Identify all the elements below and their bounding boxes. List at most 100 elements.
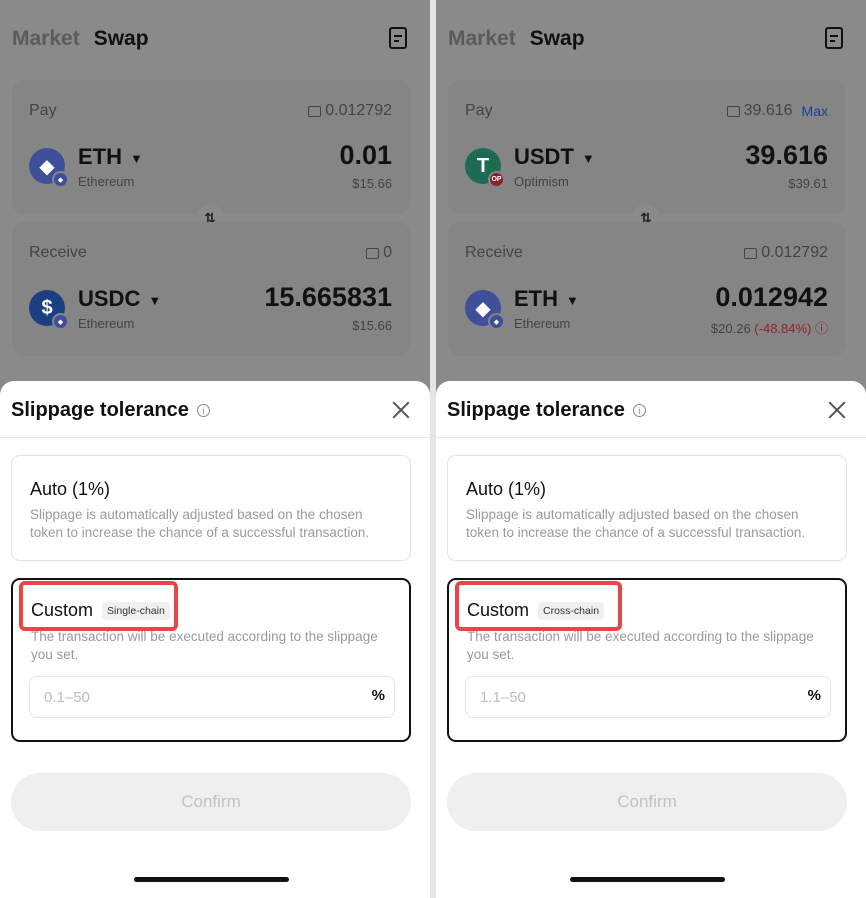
receive-token-selector[interactable]: ETH ▼: [514, 286, 579, 312]
tab-swap[interactable]: Swap: [530, 27, 585, 51]
receive-balance: 0.012792: [744, 244, 828, 262]
swap-screen-cross-chain: Market Swap Pay 39.616 Max T OP USDT ▼ Opti…: [436, 0, 866, 898]
chain-type-badge: Single-chain: [102, 601, 170, 620]
custom-option-title: Custom Single-chain: [31, 600, 170, 621]
receive-token-selector[interactable]: USDC ▼: [78, 286, 161, 312]
pay-label: Pay: [29, 102, 57, 119]
optimism-chain-icon: OP: [488, 171, 505, 188]
receive-chain-name: Ethereum: [514, 316, 571, 331]
history-icon[interactable]: [389, 27, 407, 49]
custom-option-label: Custom: [31, 600, 94, 620]
receive-balance-value: 0.012792: [761, 244, 828, 261]
pay-balance-value: 39.616: [743, 102, 793, 119]
eth-token-icon: ◆ ◆: [29, 148, 69, 188]
slippage-input[interactable]: [30, 677, 350, 717]
pay-chain-name: Optimism: [514, 174, 569, 189]
pay-card: Pay 0.012792 ◆ ◆ ETH ▼ Ethereum 0.01 $15.6…: [12, 80, 410, 214]
info-icon[interactable]: i: [632, 404, 646, 417]
auto-slippage-option[interactable]: Auto (1%) Slippage is automatically adju…: [11, 455, 411, 561]
receive-balance: 0: [366, 244, 392, 262]
slippage-input[interactable]: [466, 677, 786, 717]
receive-amount: 0.012942: [715, 282, 828, 312]
sheet-title-text: Slippage tolerance: [447, 399, 625, 421]
close-icon[interactable]: [828, 401, 846, 419]
pay-amount[interactable]: 0.01: [339, 140, 392, 171]
price-impact-warning[interactable]: (-48.84%) ⓘ: [751, 321, 828, 336]
usdc-token-icon: $ ◆: [29, 290, 69, 330]
close-icon[interactable]: [392, 401, 410, 419]
eth-token-icon: ◆ ◆: [465, 290, 505, 330]
sheet-title: Slippage tolerance i: [447, 399, 646, 422]
percent-sign: %: [371, 687, 385, 704]
custom-option-description: The transaction will be executed accordi…: [31, 629, 378, 662]
receive-usd-value: $20.26 (-48.84%) ⓘ: [711, 318, 828, 337]
pay-chain-name: Ethereum: [78, 174, 135, 189]
pay-balance-value: 0.012792: [325, 102, 392, 119]
tab-market[interactable]: Market: [12, 27, 80, 51]
pay-balance: 0.012792: [308, 102, 392, 120]
receive-token-symbol: USDC: [78, 286, 141, 311]
top-tabs: Market Swap: [448, 24, 585, 54]
custom-option-title: Custom Cross-chain: [467, 600, 605, 621]
sheet-title-text: Slippage tolerance: [11, 399, 189, 421]
wallet-icon: [726, 105, 740, 117]
wallet-icon: [744, 247, 758, 259]
tab-swap[interactable]: Swap: [94, 27, 149, 51]
auto-option-description: Slippage is automatically adjusted based…: [466, 507, 806, 540]
receive-usd-amount: $20.26: [710, 321, 751, 336]
top-tabs: Market Swap: [12, 24, 149, 54]
pay-token-selector[interactable]: ETH ▼: [78, 144, 143, 170]
wallet-icon: [366, 247, 380, 259]
sheet-divider: [0, 437, 430, 438]
sheet-divider: [436, 437, 866, 438]
pay-amount[interactable]: 39.616: [745, 140, 828, 171]
receive-card: Receive 0.012792 ◆ ◆ ETH ▼ Ethereum 0.0129…: [448, 222, 846, 356]
custom-slippage-option[interactable]: Custom Cross-chain The transaction will b…: [447, 578, 847, 742]
pay-usd-value: $15.66: [352, 176, 392, 191]
chain-type-badge: Cross-chain: [538, 601, 605, 620]
auto-option-title: Auto (1%): [30, 479, 111, 499]
receive-token-symbol: ETH: [514, 286, 558, 311]
caret-down-icon: ▼: [148, 292, 162, 308]
pay-token-symbol: ETH: [78, 144, 122, 169]
slippage-input-box: %: [465, 676, 831, 718]
usdt-token-icon: T OP: [465, 148, 505, 188]
home-indicator: [134, 877, 289, 882]
swap-screen-single-chain: Market Swap Pay 0.012792 ◆ ◆ ETH ▼ Ethereu…: [0, 0, 430, 898]
max-button[interactable]: Max: [802, 103, 828, 119]
auto-option-title: Auto (1%): [466, 479, 547, 499]
pay-balance: 39.616 Max: [726, 102, 828, 120]
info-icon[interactable]: i: [196, 404, 210, 417]
pay-usd-value: $39.61: [788, 176, 828, 191]
wallet-icon: [308, 105, 322, 117]
caret-down-icon: ▼: [566, 292, 579, 308]
ethereum-chain-icon: ◆: [488, 313, 505, 330]
caret-down-icon: ▼: [130, 150, 143, 166]
receive-label: Receive: [465, 244, 523, 261]
custom-slippage-option[interactable]: Custom Single-chain The transaction will …: [11, 578, 411, 742]
confirm-button[interactable]: Confirm: [11, 773, 411, 831]
receive-card: Receive 0 $ ◆ USDC ▼ Ethereum 15.665831 $1…: [12, 222, 410, 356]
caret-down-icon: ▼: [581, 150, 595, 166]
tab-market[interactable]: Market: [448, 27, 516, 51]
slippage-sheet: Slippage tolerance i Auto (1%) Slippage i…: [436, 381, 866, 898]
home-indicator: [570, 877, 725, 882]
history-icon[interactable]: [825, 27, 843, 49]
receive-chain-name: Ethereum: [78, 316, 135, 331]
pay-label: Pay: [465, 102, 493, 119]
receive-balance-value: 0: [383, 244, 392, 261]
custom-option-description: The transaction will be executed accordi…: [467, 629, 814, 662]
confirm-button[interactable]: Confirm: [447, 773, 847, 831]
slippage-input-box: %: [29, 676, 395, 718]
pay-token-symbol: USDT: [514, 144, 574, 169]
pay-token-selector[interactable]: USDT ▼: [514, 144, 595, 170]
pay-card: Pay 39.616 Max T OP USDT ▼ Optimism 39.616 …: [448, 80, 846, 214]
ethereum-chain-icon: ◆: [52, 313, 69, 330]
auto-slippage-option[interactable]: Auto (1%) Slippage is automatically adju…: [447, 455, 847, 561]
receive-label: Receive: [29, 244, 87, 261]
receive-usd-value: $15.66: [352, 318, 392, 333]
ethereum-chain-icon: ◆: [52, 171, 69, 188]
slippage-sheet: Slippage tolerance i Auto (1%) Slippage i…: [0, 381, 430, 898]
receive-amount: 15.665831: [264, 282, 392, 312]
sheet-title: Slippage tolerance i: [11, 399, 210, 422]
